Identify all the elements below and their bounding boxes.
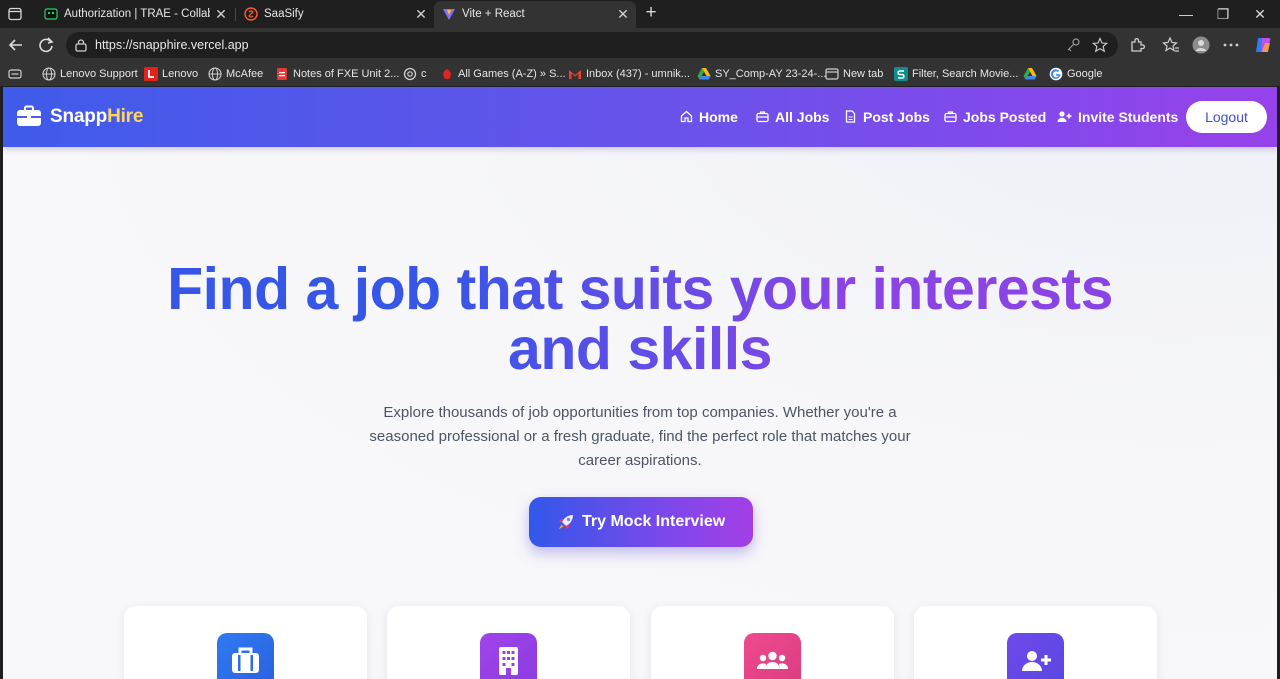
trae-icon <box>44 8 58 20</box>
bookmarks-bar: Lenovo Support Lenovo McAfee Notes of FX… <box>0 62 1280 86</box>
address-bar[interactable]: https://snapphire.vercel.app <box>66 32 1118 58</box>
bookmark-label: Lenovo <box>162 68 199 80</box>
google-icon <box>1049 67 1063 81</box>
bookmark-label: New tab <box>843 68 884 80</box>
site-navbar: SnappHire Home All Jobs Post Jobs Jobs P… <box>3 87 1277 147</box>
tab-vite-react[interactable]: Vite + React ✕ <box>434 1 636 28</box>
browser-toolbar: https://snapphire.vercel.app <box>0 28 1280 62</box>
vite-icon <box>443 9 455 20</box>
rocket-icon <box>558 515 573 530</box>
feature-card[interactable] <box>124 606 367 679</box>
profile-avatar-icon[interactable] <box>1192 36 1210 54</box>
hero-title: Find a job that suits your interests and… <box>140 259 1140 379</box>
globe-icon <box>208 67 222 81</box>
briefcase-logo-icon[interactable] <box>16 105 42 127</box>
nav-label: Jobs Posted <box>963 109 1047 125</box>
maximize-button[interactable]: ❐ <box>1212 4 1234 24</box>
briefcase-icon <box>944 111 957 123</box>
gmail-icon <box>569 70 581 79</box>
tab-title: Authorization | TRAE - Collaborat <box>64 8 210 20</box>
bookmark-label: Inbox (437) - umnik... <box>586 68 690 80</box>
extensions-icon[interactable] <box>1128 36 1146 54</box>
collections-icon[interactable] <box>8 67 22 81</box>
back-icon[interactable] <box>5 34 27 56</box>
bookmark-label: McAfee <box>226 68 264 80</box>
bookmark-label: SY_Comp-AY 23-24-... <box>715 68 827 80</box>
site-info-icon[interactable] <box>74 38 88 52</box>
nav-label: Home <box>699 109 738 125</box>
more-menu-icon[interactable] <box>1222 36 1240 54</box>
favorites-icon[interactable] <box>1162 36 1180 54</box>
chatgpt-icon <box>403 67 417 81</box>
tab-title: SaaSify <box>264 8 304 20</box>
game-icon <box>443 69 451 79</box>
user-plus-icon <box>1057 111 1072 122</box>
home-icon <box>680 110 693 123</box>
brand-name: Snapp <box>50 106 108 127</box>
drive-icon <box>697 68 711 80</box>
reload-icon[interactable] <box>35 34 57 56</box>
nav-label: All Jobs <box>775 109 830 125</box>
address-text: https://snapphire.vercel.app <box>95 38 249 52</box>
feature-card[interactable] <box>651 606 894 679</box>
feature-card[interactable] <box>914 606 1157 679</box>
drive-icon <box>1023 68 1037 80</box>
user-plus-icon <box>1007 633 1064 679</box>
tab-authorization-trae[interactable]: Authorization | TRAE - Collaborat ✕ <box>36 1 234 28</box>
users-icon <box>744 633 801 679</box>
bookmark-label: c <box>421 68 427 80</box>
nav-label: Post Jobs <box>863 109 930 125</box>
mock-interview-label: Try Mock Interview <box>582 513 726 530</box>
bookmark-label: Filter, Search Movie... <box>912 68 1019 80</box>
brand-highlight: Hire <box>107 106 144 127</box>
key-icon[interactable] <box>1065 37 1081 53</box>
pdf-icon <box>277 68 287 80</box>
building-icon <box>480 633 537 679</box>
newtab-icon <box>825 68 839 80</box>
copilot-icon[interactable] <box>1253 35 1273 55</box>
bookmark-label: Google <box>1067 68 1103 80</box>
brand-logo[interactable]: SnappHire <box>50 106 143 128</box>
try-mock-interview-button[interactable]: Try Mock Interview <box>529 497 753 547</box>
close-tab-icon[interactable]: ✕ <box>413 6 429 22</box>
bookmark-label: Lenovo Support <box>60 68 138 80</box>
saasify-icon <box>244 7 258 21</box>
briefcase-icon <box>217 633 274 679</box>
s-icon <box>894 67 908 81</box>
nav-label: Invite Students <box>1078 109 1179 125</box>
feature-card[interactable] <box>387 606 630 679</box>
new-tab-button[interactable]: + <box>641 3 661 24</box>
close-tab-icon[interactable]: ✕ <box>615 6 631 22</box>
web-page: SnappHire Home All Jobs Post Jobs Jobs P… <box>3 87 1277 679</box>
tab-saasify[interactable]: SaaSify ✕ <box>236 1 434 28</box>
document-icon <box>845 110 856 123</box>
bookmark-label: Notes of FXE Unit 2... <box>293 68 400 80</box>
hero-subtitle: Explore thousands of job opportunities f… <box>369 404 911 469</box>
close-tab-icon[interactable]: ✕ <box>213 6 229 22</box>
bookmark-drive[interactable] <box>1023 66 1039 83</box>
close-window-button[interactable]: ✕ <box>1249 4 1271 24</box>
globe-icon <box>42 67 56 81</box>
lenovo-icon <box>144 67 158 81</box>
briefcase-icon <box>756 111 769 123</box>
minimize-button[interactable]: — <box>1175 4 1197 24</box>
bookmark-label: All Games (A-Z) » S... <box>458 68 566 80</box>
tab-title: Vite + React <box>462 8 525 20</box>
favorite-star-icon[interactable] <box>1092 37 1108 53</box>
browser-tab-strip: Authorization | TRAE - Collaborat ✕ SaaS… <box>0 0 1280 28</box>
logout-button[interactable]: Logout <box>1186 101 1267 133</box>
tab-actions-icon[interactable] <box>8 7 22 21</box>
